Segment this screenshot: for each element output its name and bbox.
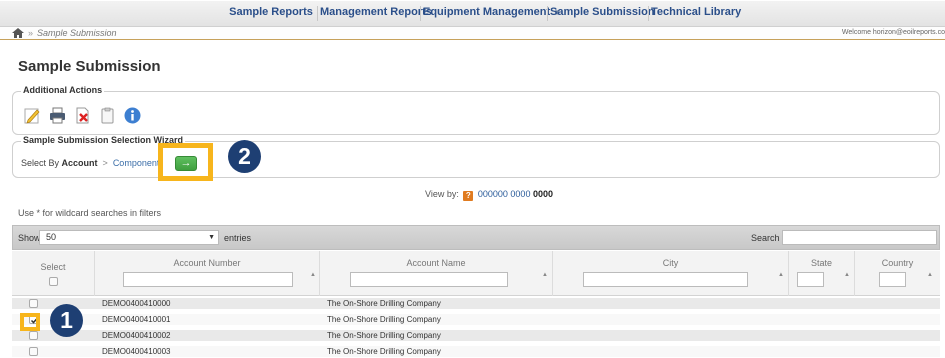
sort-icon[interactable]: ▲ bbox=[927, 272, 933, 278]
additional-actions-panel: Additional Actions bbox=[12, 85, 940, 135]
search-input[interactable] bbox=[782, 230, 937, 245]
view-by-account-bold: 0000 bbox=[532, 189, 553, 199]
table-row[interactable]: DEMO0400410001 The On-Shore Drilling Com… bbox=[12, 314, 940, 325]
grid-toolbar: Show 50 ▼ entries Search bbox=[12, 225, 940, 250]
column-city[interactable]: City ▲ bbox=[553, 251, 789, 296]
wizard-steps: Select By Account > Components bbox=[21, 158, 164, 168]
nav-management-reports[interactable]: Management Reports bbox=[320, 0, 432, 26]
checkbox-highlight bbox=[20, 313, 40, 331]
top-navigation: Sample Reports Management Reports Equipm… bbox=[0, 0, 945, 27]
breadcrumb-current: Sample Submission bbox=[37, 28, 117, 38]
account-name-filter[interactable] bbox=[350, 272, 508, 287]
nav-technical-library[interactable]: Technical Library bbox=[651, 0, 741, 26]
table-row[interactable]: DEMO0400410002 The On-Shore Drilling Com… bbox=[12, 330, 940, 341]
sort-icon[interactable]: ▲ bbox=[310, 272, 316, 278]
view-by-label: View by: bbox=[425, 189, 459, 199]
wizard-step-arrow: > bbox=[102, 158, 108, 168]
breadcrumb-separator: » bbox=[28, 28, 34, 38]
clipboard-icon[interactable] bbox=[99, 107, 116, 124]
column-city-label: City bbox=[662, 258, 679, 268]
column-country-label: Country bbox=[881, 258, 914, 268]
search-label: Search bbox=[751, 233, 780, 243]
info-icon[interactable] bbox=[124, 107, 141, 124]
callout-badge-2: 2 bbox=[228, 140, 261, 173]
account-number-cell: DEMO0400410001 bbox=[102, 315, 171, 324]
column-account-number-label: Account Number bbox=[173, 258, 241, 268]
column-select-label: Select bbox=[40, 262, 66, 272]
account-name-cell: The On-Shore Drilling Company bbox=[327, 315, 441, 324]
sort-icon[interactable]: ▲ bbox=[844, 272, 850, 278]
page-size-select[interactable]: 50 ▼ bbox=[39, 230, 219, 245]
nav-divider bbox=[648, 6, 649, 21]
delete-icon[interactable] bbox=[74, 107, 91, 124]
nav-sample-reports[interactable]: Sample Reports bbox=[228, 0, 314, 26]
go-button-highlight: → bbox=[158, 143, 213, 181]
selection-wizard-panel: Sample Submission Selection Wizard Selec… bbox=[12, 135, 940, 178]
breadcrumb: » Sample Submission Welcome horizon@eoil… bbox=[0, 27, 945, 40]
table-row[interactable]: DEMO0400410003 The On-Shore Drilling Com… bbox=[12, 346, 940, 357]
home-icon[interactable] bbox=[12, 28, 24, 38]
account-name-cell: The On-Shore Drilling Company bbox=[327, 331, 441, 340]
wizard-step-components[interactable]: Components bbox=[113, 158, 164, 168]
nav-divider bbox=[420, 6, 421, 21]
nav-equipment-label: Equipment Management bbox=[423, 6, 551, 18]
nav-sample-submission[interactable]: Sample Submission bbox=[550, 0, 655, 26]
city-filter[interactable] bbox=[583, 272, 748, 287]
select-all-checkbox[interactable] bbox=[49, 277, 58, 286]
grid-header: Select Account Number ▲ Account Name ▲ C… bbox=[12, 251, 940, 296]
page-size-value: 50 bbox=[46, 232, 57, 242]
row-checkbox[interactable] bbox=[29, 347, 38, 356]
account-name-cell: The On-Shore Drilling Company bbox=[327, 347, 441, 356]
help-icon[interactable]: ? bbox=[463, 191, 474, 201]
row-checkbox[interactable] bbox=[29, 331, 38, 340]
column-select: Select bbox=[12, 251, 95, 296]
column-state-label: State bbox=[810, 258, 832, 268]
nav-divider bbox=[547, 6, 548, 21]
account-number-cell: DEMO0400410000 bbox=[102, 299, 171, 308]
select-by-label: Select By bbox=[21, 158, 60, 168]
print-icon[interactable] bbox=[49, 107, 66, 124]
wildcard-hint: Use * for wildcard searches in filters bbox=[18, 208, 162, 218]
show-label: Show bbox=[18, 233, 41, 243]
callout-badge-1: 1 bbox=[50, 304, 83, 337]
country-filter[interactable] bbox=[879, 272, 906, 287]
column-account-name-label: Account Name bbox=[406, 258, 466, 268]
state-filter[interactable] bbox=[797, 272, 824, 287]
account-number-cell: DEMO0400410002 bbox=[102, 331, 171, 340]
row-checkbox[interactable] bbox=[29, 299, 38, 308]
additional-actions-legend: Additional Actions bbox=[21, 85, 105, 95]
account-number-cell: DEMO0400410003 bbox=[102, 347, 171, 356]
table-row[interactable]: DEMO0400410000 The On-Shore Drilling Com… bbox=[12, 298, 940, 309]
sort-icon[interactable]: ▲ bbox=[542, 272, 548, 278]
column-account-name[interactable]: Account Name ▲ bbox=[320, 251, 553, 296]
sort-icon[interactable]: ▲ bbox=[778, 272, 784, 278]
column-account-number[interactable]: Account Number ▲ bbox=[95, 251, 320, 296]
entries-label: entries bbox=[224, 233, 252, 243]
go-button[interactable]: → bbox=[175, 156, 197, 171]
column-country[interactable]: Country ▲ bbox=[855, 251, 940, 296]
chevron-down-icon: ▼ bbox=[208, 234, 215, 241]
wizard-step-account: Account bbox=[61, 158, 98, 168]
view-by: View by: ? 000000 0000 0000 bbox=[425, 189, 553, 201]
column-state[interactable]: State ▲ bbox=[789, 251, 855, 296]
view-by-account-prefix: 000000 0000 bbox=[477, 189, 531, 199]
nav-divider bbox=[317, 6, 318, 21]
welcome-text: Welcome horizon@eoilreports.co bbox=[841, 29, 945, 36]
nav-equipment-management[interactable]: Equipment Management ▼ bbox=[423, 0, 561, 26]
view-by-account[interactable]: 000000 0000 0000 bbox=[478, 189, 553, 199]
account-name-cell: The On-Shore Drilling Company bbox=[327, 299, 441, 308]
edit-icon[interactable] bbox=[24, 107, 41, 124]
page-title: Sample Submission bbox=[18, 58, 161, 75]
account-number-filter[interactable] bbox=[123, 272, 293, 287]
